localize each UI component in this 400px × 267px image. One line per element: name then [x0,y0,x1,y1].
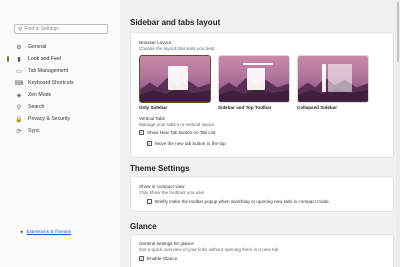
puzzle-icon: ◈ [16,92,22,99]
browser-layout-title: Browser Layout [139,40,171,45]
sidebar-item-tab-management[interactable]: ▭ Tab Management [14,66,114,76]
theme-card: Show in compact view Only show the toolb… [130,176,394,212]
scrollbar-thumb[interactable] [397,2,399,62]
search-icon: ⚲ [18,26,23,33]
move-new-tab-checkbox[interactable]: ✓ [147,141,152,146]
sidebar-item-look-and-feel[interactable]: ▮ Look and Feel [7,54,114,64]
show-new-tab-label: Show New Tab Button on Tab List [147,130,216,135]
vertical-tabs-desc: Manage your tabs in a vertical layout [139,122,214,127]
move-new-tab-label: Move the new tab button to the top [155,141,226,146]
settings-sidebar: ⚲ ⚙ General ▮ Look and Feel ▭ Tab Manage… [0,0,120,267]
brush-icon: ▮ [17,56,21,63]
sidebar-item-keyboard-shortcuts[interactable]: ⌨ Keyboard Shortcuts [14,78,114,88]
sidebar-item-general[interactable]: ⚙ General [14,42,114,52]
sidebar-item-search[interactable]: ⚲ Search [14,102,114,112]
sync-icon: ⟳ [16,128,22,135]
sidebar-item-label: Tab Management [28,68,69,74]
layout-option-label: Only Sidebar [139,105,168,110]
glance-settings-title: General settings for glance [139,241,194,246]
section-title-glance: Glance [130,222,157,231]
layout-option-collapsed-sidebar[interactable] [297,55,369,103]
compact-popup-label: Briefly make the toolbar popup when swit… [155,199,329,204]
enable-glance-checkbox[interactable]: ✓ [139,256,144,261]
extensions-themes-link[interactable]: ◈ Extensions & Themes [20,229,71,235]
section-title-layout: Sidebar and tabs layout [130,18,221,27]
browser-layout-desc: Choose the layout that suits you best [139,46,215,51]
sidebar-item-label: Zen Mods [28,92,52,98]
scrollbar[interactable] [396,0,400,267]
layout-option-sidebar-top-toolbar[interactable] [218,55,290,103]
show-new-tab-checkbox[interactable]: ✓ [139,130,144,135]
search-box[interactable]: ⚲ [14,24,108,34]
search-icon: ⚲ [16,104,22,111]
lock-icon: 🔒 [15,116,23,123]
keyboard-icon: ⌨ [14,80,24,87]
compact-popup-option: Briefly make the toolbar popup when swit… [147,199,329,204]
enable-glance-label: Enable Glance [147,256,178,261]
glance-card: General settings for glance Get a quick … [130,234,394,267]
layout-option-label: Collapsed Sidebar [297,105,338,110]
layout-card: Browser Layout Choose the layout that su… [130,32,394,158]
layout-option-label: Sidebar and Top Toolbar [218,105,272,110]
sidebar-item-zen-mods[interactable]: ◈ Zen Mods [14,90,114,100]
sidebar-item-label: General [28,44,47,50]
sidebar-item-label: Sync [28,128,40,134]
show-new-tab-option: ✓ Show New Tab Button on Tab List [139,130,216,135]
move-new-tab-option: ✓ Move the new tab button to the top [147,141,226,146]
tab-icon: ▭ [16,68,22,75]
enable-glance-option: ✓ Enable Glance [139,256,177,261]
settings-main: Sidebar and tabs layout Browser Layout C… [120,0,400,267]
compact-view-desc: Only show the toolbars you use! [139,190,205,195]
gear-icon: ⚙ [16,44,22,51]
sidebar-item-privacy-security[interactable]: 🔒 Privacy & Security [14,114,114,124]
layout-option-only-sidebar[interactable] [139,55,211,103]
puzzle-icon: ◈ [20,229,24,234]
extensions-themes-label: Extensions & Themes [26,229,72,234]
search-input[interactable] [24,26,105,32]
sidebar-item-sync[interactable]: ⟳ Sync [14,126,114,136]
vertical-tabs-title: Vertical Tabs [139,116,165,121]
glance-settings-desc: Get a quick overview of your links witho… [139,247,279,252]
section-title-theme: Theme Settings [130,164,190,173]
sidebar-item-label: Search [28,104,45,110]
sidebar-item-label: Privacy & Security [28,116,71,122]
compact-popup-checkbox[interactable] [147,199,152,204]
sidebar-item-label: Keyboard Shortcuts [28,80,74,86]
sidebar-item-label: Look and Feel [28,56,61,62]
compact-view-title: Show in compact view [139,184,185,189]
